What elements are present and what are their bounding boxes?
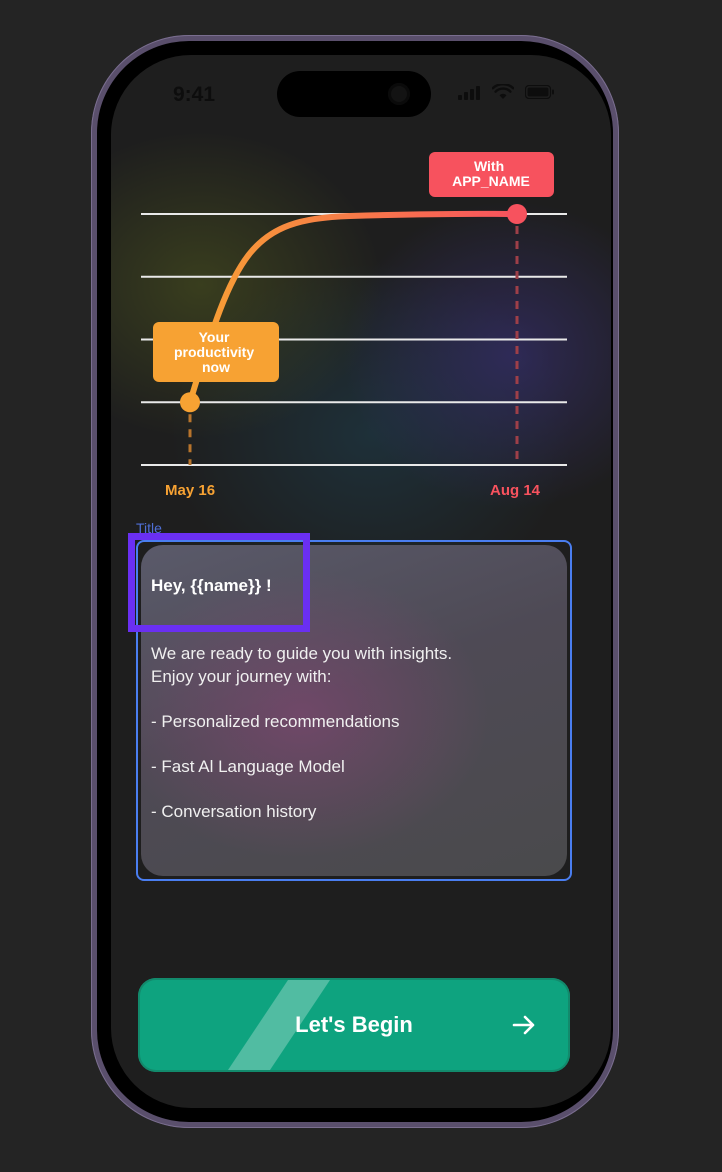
end-callout: With APP_NAME (429, 152, 554, 197)
feature-item: - Personalized recommendations (151, 711, 400, 731)
start-callout-line-1: Your (199, 329, 230, 345)
lets-begin-button[interactable]: Let's Begin (138, 978, 570, 1072)
intro-line-2: Enjoy your journey with: (151, 666, 332, 686)
x-tick-start: May 16 (165, 482, 216, 499)
start-callout-line-2: productivity (174, 344, 254, 360)
selection-box (128, 533, 310, 632)
productivity-chart: Your productivity now With APP_NAME (141, 152, 567, 466)
feature-item: - Fast Al Language Model (151, 756, 345, 776)
end-data-point (507, 204, 527, 224)
intro-line-1: We are ready to guide you with insights. (151, 644, 453, 663)
arrow-right-icon (512, 1015, 535, 1035)
start-callout-line-3: now (202, 359, 230, 375)
end-callout-line-1: With (474, 158, 504, 174)
card-body-text: We are ready to guide you with insights.… (151, 643, 551, 824)
feature-item: - Conversation history (151, 802, 317, 822)
start-callout: Your productivity now (153, 322, 279, 382)
lets-begin-label: Let's Begin (295, 1012, 413, 1037)
start-data-point (180, 392, 200, 413)
x-tick-end: Aug 14 (490, 482, 541, 499)
end-callout-line-2: APP_NAME (452, 173, 530, 189)
